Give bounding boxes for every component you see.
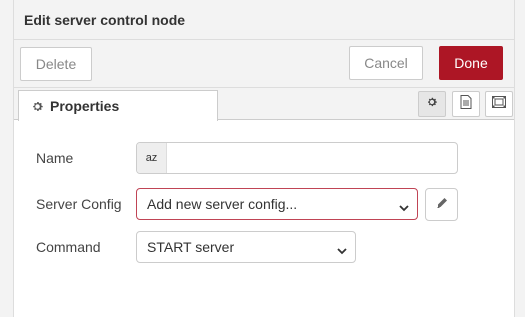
command-value: START server [147, 239, 235, 255]
server-config-select[interactable]: Add new server config... [136, 188, 418, 220]
text-type-prefix: az [145, 152, 158, 164]
name-input[interactable]: az [136, 142, 458, 174]
tab-properties[interactable]: Properties [18, 90, 218, 121]
chevron-down-icon [337, 242, 347, 258]
object-group-icon [492, 95, 506, 113]
dialog-toolbar: Delete Cancel Done [14, 40, 514, 88]
chevron-down-icon [399, 199, 409, 215]
dialog-title-bar: Edit server control node [14, 0, 514, 40]
properties-tab-button[interactable] [418, 91, 446, 117]
server-config-value: Add new server config... [147, 196, 298, 212]
tabs-row: Properties [14, 88, 514, 121]
file-text-icon [460, 94, 472, 114]
gear-icon [426, 95, 438, 113]
background-workspace-left [0, 0, 14, 317]
edit-server-config-button[interactable] [425, 188, 458, 221]
gear-icon [31, 100, 44, 113]
background-workspace-right [514, 0, 525, 317]
done-button[interactable]: Done [439, 46, 503, 80]
delete-button[interactable]: Delete [20, 47, 92, 81]
cancel-button[interactable]: Cancel [349, 46, 423, 80]
description-tab-button[interactable] [452, 91, 480, 117]
name-row: Name [36, 142, 136, 174]
command-label: Command [36, 239, 101, 255]
server-config-row: Server Config [36, 188, 136, 220]
server-config-label: Server Config [36, 196, 122, 212]
command-select[interactable]: START server [136, 231, 356, 263]
pencil-icon [436, 196, 448, 214]
text-type-icon: az [137, 143, 167, 173]
name-label: Name [36, 150, 74, 166]
edit-node-dialog: Edit server control node Delete Cancel D… [14, 0, 514, 317]
appearance-tab-button[interactable] [485, 91, 513, 117]
command-row: Command [36, 231, 136, 263]
tab-properties-label: Properties [50, 98, 120, 114]
dialog-title: Edit server control node [24, 12, 186, 28]
